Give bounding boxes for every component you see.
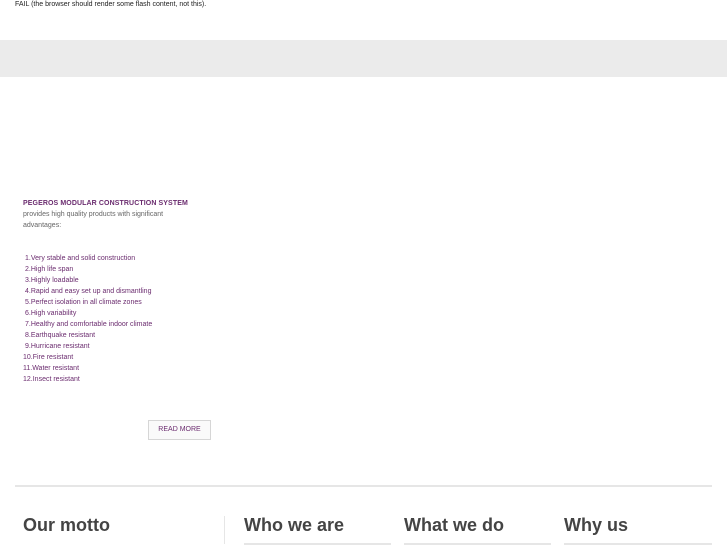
list-item: 5.Perfect isolation in all climate zones [25, 299, 142, 306]
footer-heading-motto: Our motto [23, 515, 110, 535]
advantages-list: 1.Very stable and solid construction 2.H… [23, 253, 152, 385]
column-separator [224, 516, 225, 544]
intro-section: PEGEROS MODULAR CONSTRUCTION SYSTEM prov… [23, 199, 198, 231]
footer-heading-who-we-are[interactable]: Who we are [244, 514, 344, 536]
intro-description: provides high quality products with sign… [23, 211, 164, 229]
footer-heading-what-we-do[interactable]: What we do [404, 514, 504, 536]
list-item: 11.Water resistant [23, 365, 80, 372]
footer-divider [15, 485, 712, 487]
list-item: 4.Rapid and easy set up and dismantling [25, 288, 152, 295]
list-item: 1.Very stable and solid construction [25, 255, 136, 262]
read-more-button[interactable]: READ MORE [148, 420, 211, 440]
flash-fallback-text: FAIL (the browser should render some fla… [15, 1, 207, 8]
list-item: 8.Earthquake resistant [25, 332, 96, 339]
list-item: 9.Hurricane resistant [25, 343, 90, 350]
list-item: 2.High life span [25, 266, 74, 273]
list-item: 10.Fire resistant [23, 354, 74, 361]
list-item: 6.High variability [25, 310, 77, 317]
header-band [0, 40, 727, 77]
list-item: 3.Highly loadable [25, 277, 79, 284]
list-item: 12.Insect resistant [23, 376, 80, 383]
footer-heading-why-us[interactable]: Why us [564, 514, 628, 536]
list-item: 7.Healthy and comfortable indoor climate [25, 321, 153, 328]
intro-title: PEGEROS MODULAR CONSTRUCTION SYSTEM [23, 200, 188, 207]
